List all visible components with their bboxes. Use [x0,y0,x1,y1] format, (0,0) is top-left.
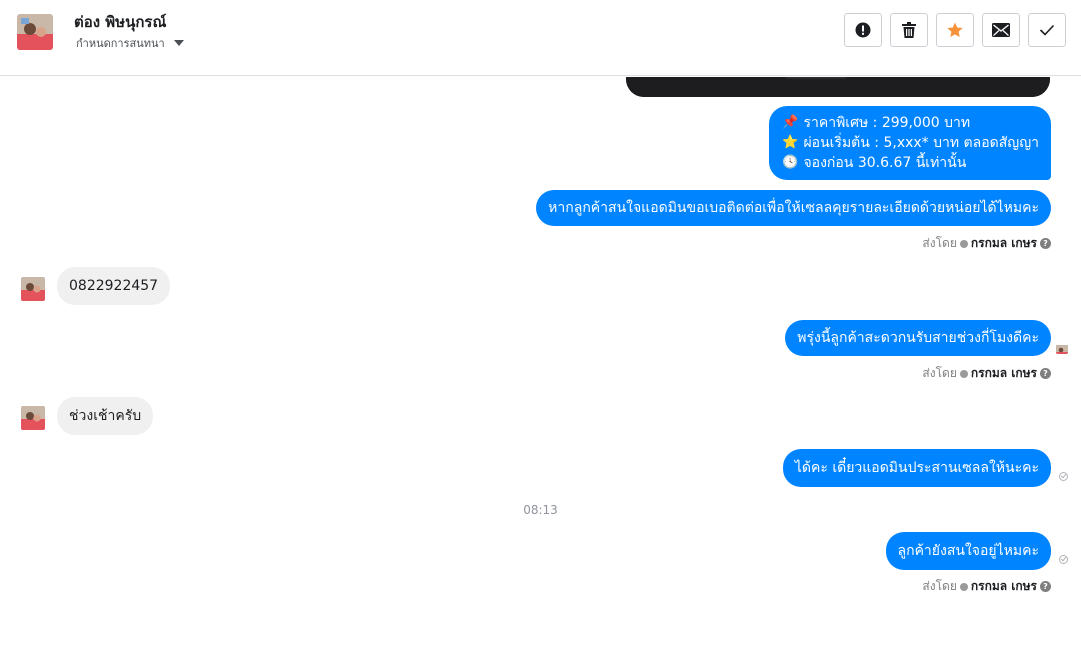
trash-icon [902,22,916,38]
mail-icon [992,23,1010,37]
promo-installment-text: ผ่อนเริ่มต้น : 5,xxx* บาท ตลอดสัญญา [803,135,1039,151]
sent-by-label: ส่งโดย กรกมล เกษร ? [922,577,1051,596]
promo-price-text: ราคาพิเศษ : 299,000 บาท [803,115,971,131]
star-button[interactable] [936,13,974,47]
check-icon [1039,24,1055,36]
gear-icon [959,582,968,591]
promo-line: 🕓 จองก่อน 30.6.67 นี้เท่านั้น [781,153,1039,173]
sent-by-prefix: ส่งโดย [922,366,957,380]
conversation-settings-dropdown[interactable]: กำหนดการสนทนา [76,34,184,52]
sent-by-name[interactable]: กรกมล เกษร [971,234,1037,253]
message-thread[interactable]: 📌 ราคาพิเศษ : 299,000 บาท ⭐ ผ่อนเริ่มต้น :… [0,77,1081,645]
outgoing-message[interactable]: หากลูกค้าสนใจแอดมินขอเบอติดต่อเพื่อให้เซ… [536,190,1051,226]
pushpin-icon: 📌 [782,115,799,130]
promo-message[interactable]: 📌 ราคาพิเศษ : 299,000 บาท ⭐ ผ่อนเริ่มต้น :… [769,106,1051,180]
star-emoji-icon: ⭐ [782,135,799,150]
image-attachment[interactable] [626,77,1050,97]
promo-deadline-text: จองก่อน 30.6.67 นี้เท่านั้น [803,155,967,171]
incoming-message[interactable]: ช่วงเช้าครับ [57,397,154,435]
delivered-check-icon [1059,555,1068,564]
conversation-settings-label: กำหนดการสนทนา [76,37,165,50]
email-button[interactable] [982,13,1020,47]
outgoing-message[interactable]: ได้คะ เดี๋ยวแอดมินประสานเซลลให้นะคะ [782,449,1051,487]
mark-spam-button[interactable] [844,13,882,47]
sent-by-name[interactable]: กรกมล เกษร [971,577,1037,596]
promo-line: ⭐ ผ่อนเริ่มต้น : 5,xxx* บาท ตลอดสัญญา [781,133,1039,153]
star-icon [947,22,963,38]
sent-by-label: ส่งโดย กรกมล เกษร ? [922,364,1051,383]
contact-avatar-small[interactable] [21,406,45,430]
outgoing-message[interactable]: พรุ่งนี้ลูกค้าสะดวกนรับสายช่วงกี่โมงดีคะ [785,320,1051,356]
contact-name[interactable]: ต่อง พิษนุกรณ์ [74,10,166,34]
gear-icon [959,239,968,248]
alert-icon [855,22,871,38]
help-icon[interactable]: ? [1040,368,1051,379]
promo-line: 📌 ราคาพิเศษ : 299,000 บาท [781,113,1039,133]
sent-by-prefix: ส่งโดย [922,236,957,250]
contact-avatar[interactable] [17,14,53,50]
mark-done-button[interactable] [1028,13,1066,47]
delivered-check-icon [1059,472,1068,481]
incoming-message[interactable]: 0822922457 [57,267,171,305]
help-icon[interactable]: ? [1040,238,1051,249]
sent-by-name[interactable]: กรกมล เกษร [971,364,1037,383]
chevron-down-icon [173,40,184,46]
contact-avatar-small[interactable] [21,277,45,301]
conversation-header: ต่อง พิษนุกรณ์ กำหนดการสนทนา [0,0,1081,76]
conversation-toolbar [844,13,1066,47]
help-icon[interactable]: ? [1040,581,1051,592]
sent-by-prefix: ส่งโดย [922,579,957,593]
timestamp: 08:13 [523,503,558,517]
clock-icon: 🕓 [782,155,799,170]
gear-icon [959,369,968,378]
outgoing-message[interactable]: ลูกค้ายังสนใจอยู่ไหมคะ [885,532,1051,570]
seen-avatar [1056,342,1068,354]
sent-by-label: ส่งโดย กรกมล เกษร ? [922,234,1051,253]
delete-button[interactable] [890,13,928,47]
